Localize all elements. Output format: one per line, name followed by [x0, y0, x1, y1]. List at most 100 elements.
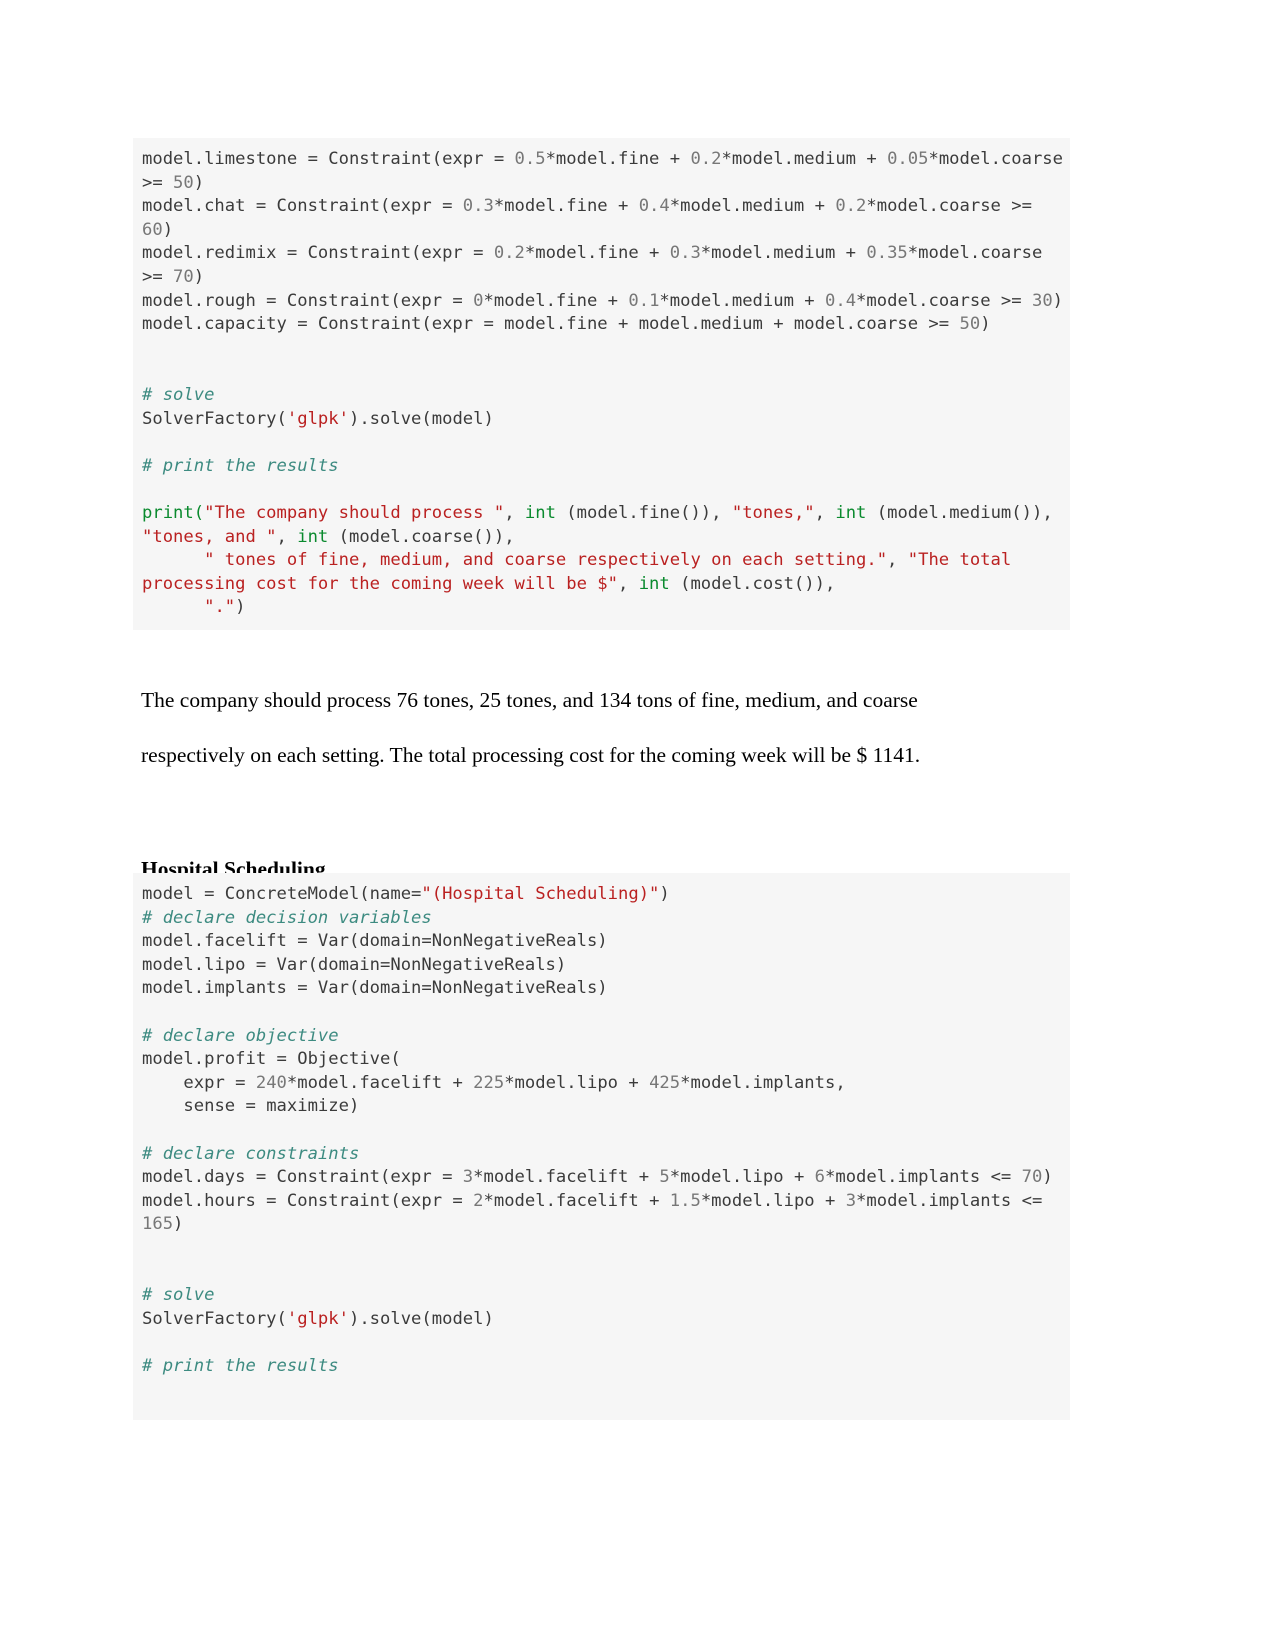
code-token: , [887, 550, 908, 571]
code-token: *model.medium + [700, 243, 867, 264]
code-block-stone-processing: model.limestone = Constraint(expr = 0.5*… [133, 138, 1070, 630]
code-token: 0.1 [628, 290, 660, 311]
code-line: # print the results [133, 1355, 1070, 1379]
code-token: model.chat = Constraint(expr = [142, 196, 463, 217]
code-token: # declare objective [142, 1025, 339, 1046]
code-token: 0.5 [514, 149, 546, 169]
output-paragraph-line-1: The company should process 76 tones, 25 … [141, 688, 918, 712]
code-token: model.capacity = Constraint(expr = model… [142, 314, 960, 335]
code-line: model = ConcreteModel(name="(Hospital Sc… [133, 883, 1070, 907]
code-token: 50 [959, 314, 981, 335]
code-line: # declare decision variables [133, 907, 1070, 931]
code-line: print("The company should process ", int… [133, 502, 1070, 549]
code-token: ) [193, 266, 205, 287]
code-token: , [814, 502, 836, 523]
code-token: " tones of fine, medium, and coarse resp… [204, 550, 888, 571]
code-token: *model.lipo + [700, 1190, 846, 1211]
code-token: *model.medium + [669, 196, 836, 217]
code-line: " tones of fine, medium, and coarse resp… [133, 549, 1070, 596]
code-token: model.hours = Constraint(expr = [142, 1190, 474, 1211]
code-token: model.profit = Objective( [142, 1049, 401, 1070]
code-token: "The company should process " [204, 502, 505, 523]
code-token: int [638, 573, 670, 594]
code-token: ) [162, 219, 174, 240]
code-line: SolverFactory('glpk').solve(model) [133, 1308, 1070, 1332]
code-token: 70 [173, 266, 194, 287]
code-line: model.facelift = Var(domain=NonNegativeR… [133, 930, 1070, 954]
code-token: int [835, 502, 867, 523]
code-line: expr = 240*model.facelift + 225*model.li… [133, 1072, 1070, 1096]
code-token: *model.implants <= [825, 1167, 1022, 1188]
code-token: SolverFactory( [142, 1308, 287, 1329]
code-block-hospital-scheduling: model = ConcreteModel(name="(Hospital Sc… [133, 873, 1070, 1420]
code-token: 0.35 [866, 243, 908, 264]
code-line: # declare objective [133, 1025, 1070, 1049]
code-token: model = ConcreteModel(name= [142, 884, 422, 904]
code-token: 0.3 [462, 196, 494, 217]
code-token: 70 [1021, 1167, 1043, 1188]
code-token: *model.implants <= [856, 1190, 1053, 1211]
code-token: ) [1042, 1167, 1053, 1188]
code-token: 225 [473, 1072, 505, 1093]
code-token: 0.2 [835, 196, 867, 217]
code-token: ) [193, 172, 205, 193]
output-paragraph-line-2: respectively on each setting. The total … [141, 743, 921, 767]
code-token: ) [659, 884, 670, 904]
code-token: # print the results [142, 1355, 339, 1376]
code-line: model.limestone = Constraint(expr = 0.5*… [133, 148, 1070, 195]
code-token: ) [173, 1214, 184, 1235]
code-token: 'glpk' [286, 408, 349, 429]
code-line: sense = maximize) [133, 1095, 1070, 1119]
code-token: 0.3 [669, 243, 701, 264]
code-token: model.limestone = Constraint(expr = [142, 149, 515, 169]
code-token: *model.implants, [680, 1072, 846, 1093]
code-token: ) [235, 597, 246, 618]
code-token: # print the results [142, 455, 339, 476]
code-token: *model.facelift + [483, 1190, 670, 1211]
code-token: print( [142, 502, 205, 523]
code-token: , [276, 526, 298, 547]
code-line: model.capacity = Constraint(expr = model… [133, 313, 1070, 337]
code-line: model.profit = Objective( [133, 1048, 1070, 1072]
code-line: ".") [133, 596, 1070, 620]
code-token: 0.2 [493, 243, 525, 264]
code-line: model.implants = Var(domain=NonNegativeR… [133, 977, 1070, 1001]
code-token: 30 [1031, 290, 1053, 311]
code-token: *model.facelift + [286, 1072, 474, 1093]
code-token: *model.fine + [483, 290, 629, 311]
code-token: model.implants = Var(domain=NonNegativeR… [142, 978, 608, 999]
code-token: *model.coarse >= [856, 290, 1032, 311]
code-token: (model.coarse()), [328, 526, 515, 547]
code-token: model.lipo = Var(domain=NonNegativeReals… [142, 954, 567, 975]
code-token: # solve [142, 1285, 215, 1306]
code-token: 'glpk' [286, 1308, 349, 1329]
code-token: ).solve(model) [348, 408, 494, 429]
code-token: ).solve(model) [348, 1308, 494, 1329]
code-token: "tones," [731, 502, 815, 523]
code-token: 0 [473, 290, 484, 311]
code-token: 2 [473, 1190, 484, 1211]
code-token: *model.fine + [545, 149, 691, 169]
code-token: 165 [142, 1214, 174, 1235]
code-token: (model.cost()), [669, 573, 836, 594]
code-line: model.rough = Constraint(expr = 0*model.… [133, 290, 1070, 314]
code-token: 3 [462, 1167, 474, 1188]
code-token: "(Hospital Scheduling)" [421, 884, 660, 904]
code-token: 0.4 [825, 290, 857, 311]
code-token: 60 [142, 219, 163, 240]
code-token: *model.lipo + [504, 1072, 650, 1093]
code-line: # solve [133, 1284, 1070, 1308]
code-token: ) [980, 314, 991, 335]
code-line: model.days = Constraint(expr = 3*model.f… [133, 1166, 1070, 1190]
code-token: *model.coarse >= [866, 196, 1043, 217]
